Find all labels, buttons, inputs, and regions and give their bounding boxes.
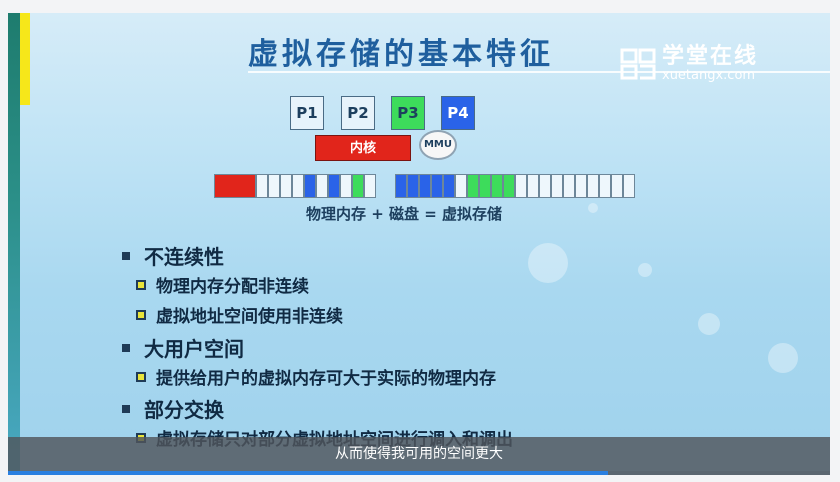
memory-block	[268, 174, 280, 198]
video-frame: 虚拟存储的基本特征 学堂在线 xuetangx.com P1 P2 P3 P4 …	[8, 13, 830, 475]
square-bullet-icon	[122, 251, 130, 260]
memory-block	[214, 174, 256, 198]
physical-memory-strip	[214, 174, 376, 198]
bullet-text: 物理内存分配非连续	[156, 277, 309, 297]
bokeh-dot	[638, 263, 652, 277]
memory-block	[431, 174, 443, 198]
memory-block	[455, 174, 467, 198]
memory-block	[623, 174, 635, 198]
bullet-subitem: 提供给用户的虚拟内存可大于实际的物理内存	[136, 364, 496, 389]
memory-block	[575, 174, 587, 198]
arrow-bullet-icon	[136, 279, 146, 290]
memory-block	[443, 174, 455, 198]
xuetangx-logo-icon	[620, 48, 656, 80]
bullet-subitem: 物理内存分配非连续	[136, 272, 309, 297]
bullet-text: 虚拟地址空间使用非连续	[156, 307, 343, 327]
arrow-bullet-icon	[136, 371, 146, 382]
memory-block	[563, 174, 575, 198]
memory-block	[419, 174, 431, 198]
memory-block	[280, 174, 292, 198]
bokeh-dot	[588, 203, 598, 213]
process-box-p4: P4	[441, 96, 475, 130]
bullet-text: 提供给用户的虚拟内存可大于实际的物理内存	[156, 369, 496, 389]
memory-block	[256, 174, 268, 198]
bullet-heading: 大用户空间	[122, 333, 244, 362]
memory-block	[491, 174, 503, 198]
brand-name-cn: 学堂在线	[662, 44, 759, 69]
memory-block	[316, 174, 328, 198]
process-box-p1: P1	[290, 96, 324, 130]
bokeh-dot	[698, 313, 720, 335]
slide-left-bar	[8, 13, 20, 475]
disk-strip	[395, 174, 635, 198]
memory-block	[551, 174, 563, 198]
mmu-circle: MMU	[419, 130, 457, 160]
bullet-subitem: 虚拟地址空间使用非连续	[136, 302, 343, 327]
memory-block	[515, 174, 527, 198]
memory-caption: 物理内存 + 磁盘 = 虚拟存储	[306, 205, 503, 223]
bullet-heading: 部分交换	[122, 394, 224, 423]
memory-block	[395, 174, 407, 198]
memory-block	[364, 174, 376, 198]
bokeh-dot	[768, 343, 798, 373]
bullet-heading: 不连续性	[122, 241, 224, 270]
memory-block	[527, 174, 539, 198]
bullet-text: 大用户空间	[144, 337, 244, 361]
memory-block	[304, 174, 316, 198]
memory-block	[479, 174, 491, 198]
process-box-p3: P3	[391, 96, 425, 130]
video-progress-fill	[8, 471, 609, 475]
kernel-box: 内核	[315, 135, 411, 161]
memory-block	[352, 174, 364, 198]
slide-title: 虚拟存储的基本特征	[248, 37, 554, 72]
square-bullet-icon	[122, 343, 130, 352]
memory-block	[503, 174, 515, 198]
arrow-bullet-icon	[136, 309, 146, 320]
memory-block	[407, 174, 419, 198]
bullet-text: 部分交换	[144, 398, 224, 422]
memory-block	[340, 174, 352, 198]
brand-text: 学堂在线 xuetangx.com	[662, 45, 758, 83]
bokeh-dot	[528, 243, 568, 283]
square-bullet-icon	[122, 404, 130, 413]
memory-block	[599, 174, 611, 198]
memory-block	[328, 174, 340, 198]
memory-block	[587, 174, 599, 198]
process-box-p2: P2	[341, 96, 375, 130]
memory-block	[611, 174, 623, 198]
slide-accent-bar	[20, 13, 30, 105]
video-progress-bar[interactable]	[8, 471, 830, 475]
memory-block	[539, 174, 551, 198]
brand: 学堂在线 xuetangx.com	[620, 45, 758, 83]
bullet-text: 不连续性	[144, 245, 224, 269]
video-subtitle: 从而使得我可用的空间更大	[8, 437, 830, 471]
memory-block	[292, 174, 304, 198]
brand-name-en: xuetangx.com	[662, 68, 756, 83]
memory-block	[467, 174, 479, 198]
